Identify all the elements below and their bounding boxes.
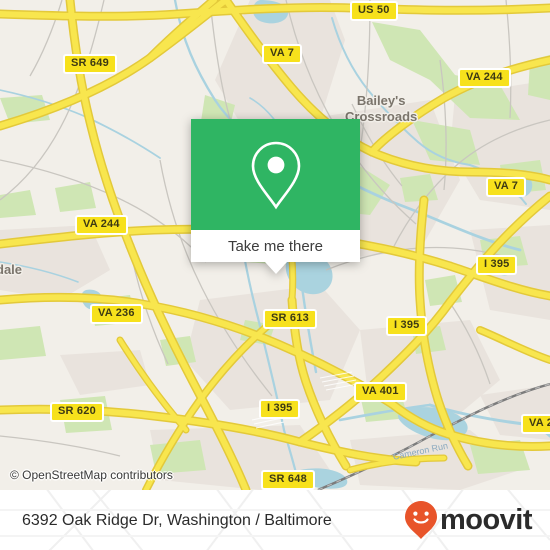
address-label: 6392 Oak Ridge Dr, Washington / Baltimor… (22, 511, 332, 529)
map-screenshot: US 50 VA 244 SR 649 VA 7 VA 7 VA 244 I 3… (0, 0, 550, 550)
take-me-there-button[interactable]: Take me there (228, 238, 323, 255)
moovit-logo[interactable]: moovit (404, 500, 533, 540)
road-shield[interactable]: I 395 (259, 399, 301, 419)
road-shield[interactable]: VA 244 (458, 68, 511, 88)
road-shield[interactable]: SR 648 (261, 470, 315, 490)
road-shield[interactable]: VA 244 (75, 215, 128, 235)
road-shield[interactable]: VA 7 (486, 177, 527, 197)
road-shield[interactable]: VA 236 (90, 304, 143, 324)
map-pin-icon (251, 141, 300, 209)
footer-bar: 6392 Oak Ridge Dr, Washington / Baltimor… (0, 490, 550, 550)
road-shield[interactable]: I 395 (476, 255, 518, 275)
popup-footer[interactable]: Take me there (191, 230, 360, 262)
place-label-line: Bailey's (356, 93, 406, 108)
road-shield[interactable]: US 50 (350, 1, 398, 21)
popup-header (191, 119, 360, 230)
moovit-wordmark: moovit (439, 503, 533, 536)
road-shield[interactable]: SR 613 (263, 309, 317, 329)
road-shield[interactable]: VA 2 (521, 414, 550, 434)
popup-pointer-tail (264, 262, 287, 274)
osm-attribution[interactable]: © OpenStreetMap contributors (10, 468, 173, 482)
map-canvas[interactable]: US 50 VA 244 SR 649 VA 7 VA 7 VA 244 I 3… (0, 0, 550, 490)
road-shield[interactable]: SR 649 (63, 54, 117, 74)
road-shield[interactable]: I 395 (386, 316, 428, 336)
moovit-pin-smiley-icon (404, 501, 437, 539)
location-popup-card[interactable]: Take me there (191, 119, 360, 274)
road-shield[interactable]: SR 620 (50, 402, 104, 422)
road-shield[interactable]: VA 401 (354, 382, 407, 402)
place-label-dale: dale (0, 262, 23, 277)
road-shield[interactable]: VA 7 (262, 44, 303, 64)
